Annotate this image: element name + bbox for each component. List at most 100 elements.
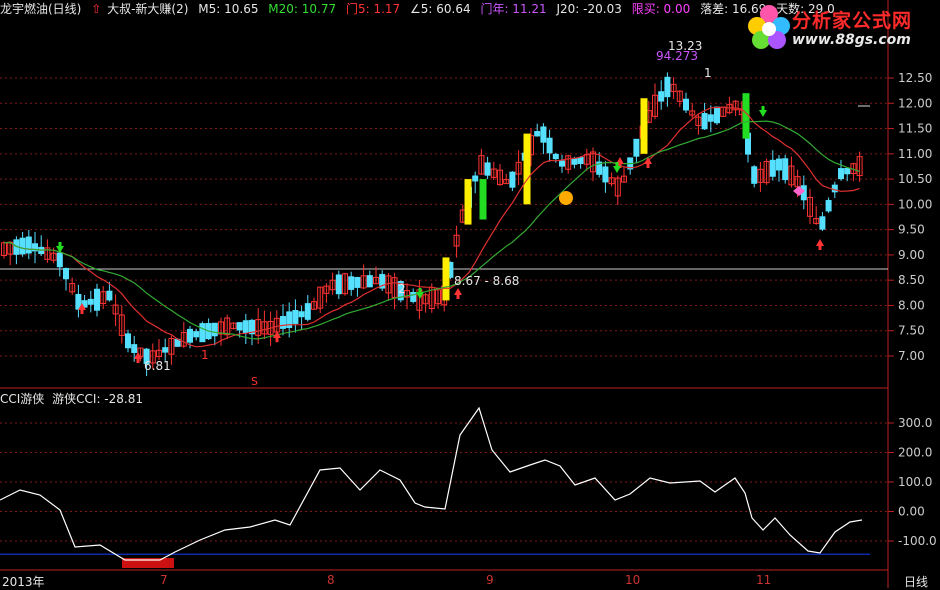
- candle-body: [664, 76, 671, 98]
- buy-arrow-icon: [273, 331, 281, 342]
- price-tick-label: 7.50: [898, 324, 925, 338]
- candle-body: [348, 276, 355, 290]
- cci-value: 游侠CCI: -28.81: [52, 392, 143, 406]
- range-label: 8.67 - 8.68: [454, 274, 520, 288]
- candle-body: [87, 298, 94, 305]
- candle-body: [354, 277, 361, 288]
- candle-body: [602, 166, 609, 183]
- candle-body: [552, 153, 559, 160]
- signal-bar: [640, 98, 648, 154]
- candle-body: [211, 322, 218, 337]
- cci-title[interactable]: CCI游侠: [0, 392, 44, 406]
- candle-body: [701, 113, 708, 130]
- mark-2-label: 2: [398, 282, 406, 296]
- cci-tick-label: 0.00: [898, 505, 925, 519]
- candle-body: [707, 114, 714, 122]
- candle-body: [335, 274, 342, 295]
- candle-body: [559, 160, 565, 167]
- cci-panel-header: CCI游侠 游侠CCI: -28.81: [0, 390, 143, 407]
- up-arrow-icon: ⇧: [91, 2, 102, 16]
- candle-body: [683, 98, 689, 111]
- candle-body: [509, 171, 516, 188]
- price-axis: 12.50 12.00 11.50 11.00 10.50 10.00 9.50 9.00 8.…: [888, 71, 932, 363]
- candle-body: [199, 323, 206, 343]
- candle-body: [540, 126, 547, 143]
- candle-body: [571, 158, 578, 165]
- month-label-9: 9: [486, 573, 494, 587]
- cci-axis: 300.0 200.0 100.0 0.00 -100.0: [888, 416, 937, 548]
- candle-body: [187, 328, 193, 343]
- price-tick-label: 8.50: [898, 273, 925, 287]
- price-tick-label: 10.00: [898, 197, 932, 211]
- candle-body: [776, 158, 782, 171]
- cci-tick-label: 300.0: [898, 416, 932, 430]
- candle-body: [751, 166, 758, 184]
- flower-logo-icon: [748, 5, 790, 49]
- mark-1b-label: 1: [704, 66, 712, 80]
- price-tick-label: 7.00: [898, 349, 925, 363]
- logo-url[interactable]: www.88gs.com: [792, 32, 911, 48]
- candle-body: [714, 106, 720, 124]
- stock-name[interactable]: 龙宇燃油(日线): [0, 2, 81, 16]
- logo-title: 分析家公式网: [792, 10, 913, 32]
- buy-arrow-icon: [454, 288, 462, 299]
- month-label-8: 8: [327, 573, 335, 587]
- cci-tick-label: -100.0: [898, 534, 937, 548]
- candle-body: [819, 216, 826, 230]
- cci-line: [0, 406, 863, 561]
- candle-body: [546, 137, 553, 154]
- cci-tick-label: 200.0: [898, 446, 932, 460]
- signal-bar: [479, 179, 487, 220]
- candle-body: [25, 236, 32, 254]
- month-label-2013: 2013年: [2, 575, 45, 589]
- candle-body: [242, 320, 249, 334]
- candle-body: [304, 303, 311, 320]
- candle-body: [838, 168, 844, 180]
- angle5-value: ∠5: 60.64: [410, 2, 471, 16]
- m5-value: M5: 10.65: [198, 2, 259, 16]
- limit-buy-value: 限买: 0.00: [631, 2, 691, 16]
- cci-indicator: [0, 406, 870, 568]
- gate5-value: 门5: 1.17: [345, 2, 401, 16]
- signal-bar: [464, 179, 472, 225]
- candle-body: [782, 158, 789, 181]
- candle-body: [131, 344, 138, 353]
- candle-body: [844, 167, 851, 175]
- candle-body: [472, 175, 479, 182]
- candle-body: [658, 91, 665, 102]
- price-tick-label: 10.50: [898, 172, 932, 186]
- candle-body: [106, 290, 113, 301]
- signal-bar: [523, 133, 531, 205]
- signal-circle-icon: [559, 191, 573, 205]
- indicator-header: 龙宇燃油(日线) ⇧ 大叔-新大赚(2) M5: 10.65 M20: 10.7…: [0, 1, 841, 17]
- formula-name[interactable]: 大叔-新大赚(2): [107, 2, 188, 16]
- low-price-label: 6.81: [144, 359, 171, 373]
- price-tick-label: 12.00: [898, 96, 932, 110]
- candle-body: [769, 159, 776, 177]
- s-marker-label: S: [251, 375, 258, 388]
- price-tick-label: 12.50: [898, 71, 932, 85]
- candle-body: [484, 162, 491, 176]
- gate-year-value: 门年: 11.21: [480, 2, 547, 16]
- month-label-11: 11: [756, 573, 772, 587]
- candle-body: [825, 200, 832, 212]
- chart-canvas[interactable]: 12.5012.0011.5011.0010.5010.009.509.008.…: [0, 0, 940, 588]
- candle-body: [56, 252, 63, 268]
- candle-body: [125, 333, 131, 349]
- candle-body: [19, 237, 26, 255]
- period-label[interactable]: 日线: [904, 573, 928, 590]
- price-tick-label: 9.50: [898, 223, 925, 237]
- m20-value: M20: 10.77: [268, 2, 337, 16]
- candle-body: [193, 331, 200, 338]
- month-label-7: 7: [160, 573, 168, 587]
- candle-body: [366, 275, 373, 288]
- mark-1a-label: 1: [201, 348, 209, 362]
- candle-body: [577, 156, 584, 164]
- price-tick-label: 8.00: [898, 298, 925, 312]
- price-tick-label: 11.00: [898, 147, 932, 161]
- signal-markers: [56, 106, 824, 363]
- candle-body: [292, 310, 299, 324]
- month-label-10: 10: [625, 573, 641, 587]
- sell-arrow-icon: [759, 106, 767, 117]
- candle-body: [162, 347, 169, 353]
